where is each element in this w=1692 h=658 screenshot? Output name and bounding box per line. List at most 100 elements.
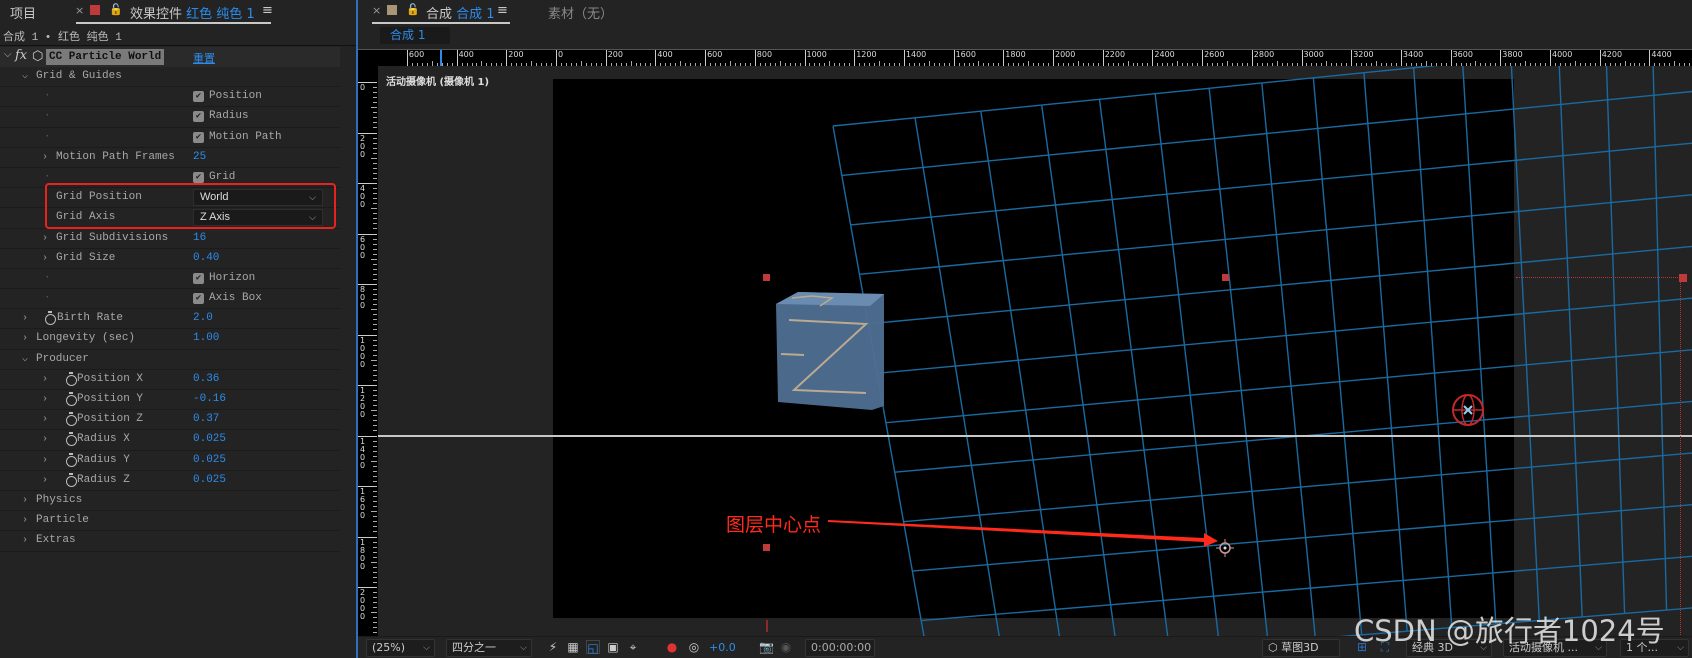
chevron-down-icon[interactable]: ⌵ — [22, 67, 28, 86]
property-row[interactable]: › Longevity (sec) 1.00 — [0, 329, 340, 350]
property-row[interactable]: ⌵ Grid & Guides — [0, 67, 340, 88]
chevron-right-icon[interactable]: › — [42, 451, 48, 470]
property-value[interactable]: 0.025 — [193, 451, 226, 470]
property-row[interactable]: ⌵ Producer — [0, 350, 340, 370]
checkbox[interactable]: ✔ — [193, 293, 204, 305]
property-value[interactable]: 25 — [193, 148, 206, 167]
fast-previews-icon[interactable]: ⚡ — [546, 640, 560, 654]
property-row[interactable]: › Position Y -0.16 — [0, 390, 340, 411]
channel-icon[interactable]: ● — [665, 640, 679, 654]
chevron-right-icon[interactable]: › — [42, 249, 48, 268]
tab-footage[interactable]: 素材（无） — [548, 3, 613, 22]
property-row[interactable]: › Motion Path Frames 25 — [0, 148, 340, 168]
layer-handle[interactable] — [763, 274, 770, 281]
checkbox[interactable]: ✔ — [193, 111, 204, 123]
show-snapshot-icon[interactable]: ◉ — [779, 640, 793, 654]
property-row[interactable]: › Radius Y 0.025 — [0, 451, 340, 471]
property-row[interactable]: · ✔ Radius — [0, 107, 340, 128]
property-row[interactable]: › Grid Subdivisions 16 — [0, 229, 340, 249]
property-row[interactable]: · ✔ Motion Path — [0, 128, 340, 148]
property-value[interactable]: 0.025 — [193, 471, 226, 490]
vertical-ruler[interactable]: 0 200 400 600 800 1000 1200 1400 1600 1800 2000 — [358, 66, 378, 636]
effect-name[interactable]: CC Particle World — [46, 49, 165, 65]
snapshot-camera-icon[interactable]: 📷 — [759, 640, 774, 654]
stopwatch-icon[interactable] — [66, 371, 77, 386]
chevron-right-icon[interactable]: › — [42, 390, 48, 409]
chevron-right-icon[interactable]: › — [42, 370, 48, 389]
property-value[interactable]: 1.00 — [193, 329, 219, 348]
property-value[interactable]: 0.40 — [193, 249, 219, 268]
axis-box-cube[interactable] — [772, 288, 888, 414]
property-row[interactable]: · ✔ Axis Box — [0, 289, 340, 310]
property-value[interactable]: 0.36 — [193, 370, 219, 389]
property-row[interactable]: › Position X 0.36 — [0, 370, 340, 390]
chevron-right-icon[interactable]: › — [42, 148, 48, 167]
property-row[interactable]: · ✔ Horizon — [0, 269, 340, 290]
property-row[interactable]: › Particle — [0, 511, 340, 532]
layer-handle[interactable] — [763, 544, 770, 551]
fx-icon[interactable]: fx — [15, 48, 27, 63]
panel-menu-icon[interactable]: ≡ — [497, 3, 508, 18]
chevron-right-icon[interactable]: › — [22, 309, 28, 328]
lock-icon[interactable]: 🔓 — [109, 3, 123, 16]
lock-icon[interactable]: 🔓 — [406, 3, 420, 16]
property-value[interactable]: -0.16 — [193, 390, 226, 409]
checkbox[interactable]: ✔ — [193, 171, 204, 183]
property-row[interactable]: › Radius X 0.025 — [0, 430, 340, 451]
horizontal-ruler[interactable]: 600 400 200 0 200 400 600 800 1000 1200 1400 1600 18… — [378, 49, 1692, 66]
checkbox[interactable]: ✔ — [193, 91, 204, 103]
stopwatch-icon[interactable] — [45, 311, 56, 326]
chevron-down-icon[interactable]: ⌵ — [4, 49, 12, 60]
grid-guides-icon[interactable]: ⌖ — [626, 640, 640, 654]
layer-handle[interactable] — [1222, 274, 1229, 281]
stopwatch-icon[interactable] — [66, 472, 77, 487]
property-value[interactable]: 16 — [193, 229, 206, 248]
reset-link[interactable]: 重置 — [193, 50, 215, 66]
comp-chip[interactable]: 合成 1 — [380, 27, 450, 44]
tab-effect-controls[interactable]: 效果控件 红色 纯色 1 — [130, 3, 255, 22]
property-value[interactable]: 0.37 — [193, 410, 219, 429]
property-value[interactable]: 2.0 — [193, 309, 213, 328]
property-row[interactable]: · ✔ Position — [0, 87, 340, 108]
close-tab-icon[interactable]: × — [75, 4, 84, 17]
exposure-value[interactable]: +0.0 — [709, 641, 736, 654]
chevron-right-icon[interactable]: › — [22, 511, 28, 530]
property-row[interactable]: › Birth Rate 2.0 — [0, 309, 340, 330]
composition-viewer[interactable]: 活动摄像机 (摄像机 1) 图层中心点 — [378, 66, 1692, 636]
stopwatch-icon[interactable] — [66, 412, 77, 427]
stopwatch-icon[interactable] — [66, 432, 77, 447]
stopwatch-icon[interactable] — [66, 392, 77, 406]
layer-handle[interactable] — [1679, 274, 1687, 282]
property-row[interactable]: › Position Z 0.37 — [0, 410, 340, 431]
magnification-dropdown[interactable]: (25%) ⌵ — [366, 639, 435, 657]
chevron-right-icon[interactable]: › — [42, 410, 48, 429]
timecode-field[interactable]: 0:00:00:00 — [805, 639, 875, 657]
chevron-right-icon[interactable]: › — [22, 329, 28, 348]
resolution-dropdown[interactable]: 四分之一 ⌵ — [446, 639, 532, 657]
tab-project[interactable]: 项目 — [10, 3, 36, 22]
chevron-right-icon[interactable]: › — [42, 229, 48, 248]
property-row[interactable]: › Extras — [0, 531, 340, 552]
property-value[interactable]: 0.025 — [193, 430, 226, 449]
chevron-right-icon[interactable]: › — [22, 491, 28, 510]
effect-header-row[interactable]: ⌵ fx ⬡ CC Particle World 重置 — [0, 47, 340, 67]
mask-path-icon[interactable]: ◱ — [586, 640, 600, 655]
close-tab-icon[interactable]: × — [372, 4, 381, 17]
region-of-interest-icon[interactable]: ▣ — [606, 640, 620, 654]
checkbox[interactable]: ✔ — [193, 272, 204, 284]
property-row[interactable]: › Radius Z 0.025 — [0, 471, 340, 491]
transparency-grid-icon[interactable]: ▦ — [566, 640, 580, 654]
checkbox[interactable]: ✔ — [193, 131, 204, 143]
tab-composition[interactable]: 合成 合成 1 — [426, 3, 495, 22]
chevron-right-icon[interactable]: › — [42, 430, 48, 449]
exposure-reset-icon[interactable]: ◎ — [687, 640, 701, 654]
draft-3d-toggle[interactable]: ⬡ 草图3D — [1262, 639, 1340, 657]
property-row[interactable]: › Physics — [0, 491, 340, 512]
panel-menu-icon[interactable]: ≡ — [262, 3, 273, 18]
chevron-right-icon[interactable]: › — [22, 531, 28, 550]
property-row[interactable]: › Grid Size 0.40 — [0, 249, 340, 269]
particle-emitter-icon[interactable] — [1450, 392, 1486, 428]
chevron-right-icon[interactable]: › — [42, 471, 48, 490]
chevron-down-icon[interactable]: ⌵ — [22, 350, 28, 369]
stopwatch-icon[interactable] — [66, 452, 77, 467]
